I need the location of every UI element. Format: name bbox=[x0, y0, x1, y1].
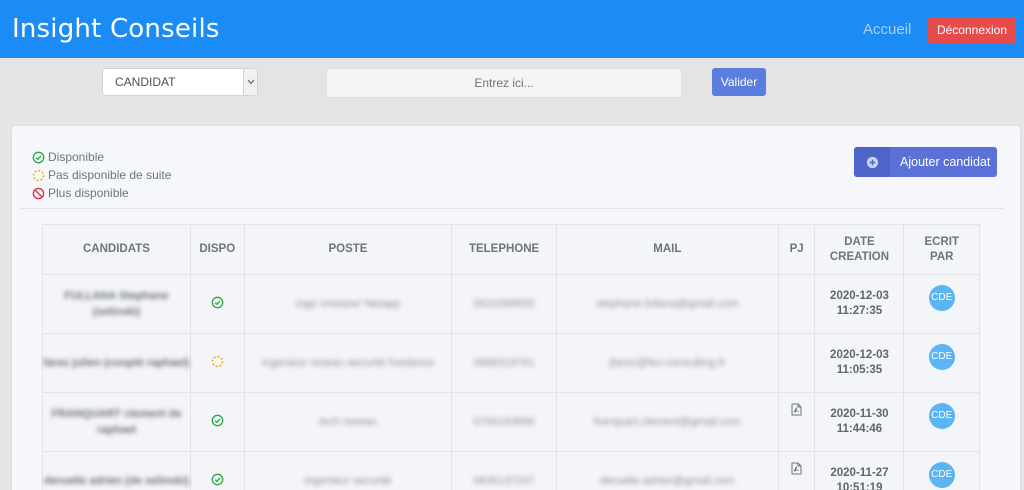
availability-cell bbox=[189, 392, 245, 452]
avatar[interactable]: CDE bbox=[928, 285, 955, 311]
search-bar: CANDIDAT Entrez ici... Valider bbox=[0, 58, 1024, 112]
legend-item-available: Disponible bbox=[32, 148, 171, 166]
date-value: 2020-12-03 bbox=[830, 290, 889, 302]
candidates-table: CANDIDATS DISPO POSTE TELEPHONE MAIL PJ … bbox=[42, 224, 980, 490]
table-row[interactable]: FULLANA Stephane (selinski) inge vmware/ … bbox=[42, 274, 980, 334]
legend-item-unavailable: Plus disponible bbox=[32, 184, 171, 202]
table-row[interactable]: deruelle adrien (de selinski) ingenieur s… bbox=[42, 451, 980, 490]
mail-cell: stephane.fullana@gmail.com bbox=[555, 274, 779, 334]
author-cell: CDE bbox=[903, 392, 980, 452]
column-header-mail[interactable]: MAIL bbox=[555, 224, 779, 275]
plus-circle-icon bbox=[854, 147, 890, 177]
spinner-icon bbox=[32, 169, 45, 181]
add-candidate-button[interactable]: Ajouter candidat bbox=[854, 147, 997, 177]
attachment-cell bbox=[777, 333, 816, 393]
legend-label: Pas disponible de suite bbox=[48, 168, 172, 182]
date-value: 2020-12-03 bbox=[830, 349, 889, 361]
telephone-cell: 0688319761 bbox=[451, 333, 557, 393]
table-row[interactable]: farez julien (cooptè raphael) ingenieur r… bbox=[42, 333, 980, 393]
logout-button[interactable]: Déconnexion bbox=[928, 17, 1016, 44]
time-value: 11:05:35 bbox=[836, 364, 883, 376]
check-circle-icon bbox=[32, 151, 45, 163]
author-cell: CDE bbox=[903, 451, 980, 490]
pdf-file-icon[interactable] bbox=[791, 462, 802, 475]
legend-label: Plus disponible bbox=[48, 186, 129, 200]
time-value: 11:44:46 bbox=[836, 423, 883, 435]
check-circle-icon bbox=[211, 296, 224, 309]
date-value: 2020-11-30 bbox=[830, 408, 889, 420]
column-header-pj[interactable]: PJ bbox=[777, 224, 816, 275]
table-row[interactable]: FRANQUART clement de raphael tech reseau 0… bbox=[42, 392, 980, 452]
column-header-dispo[interactable]: DISPO bbox=[189, 224, 245, 275]
avatar[interactable]: CDE bbox=[928, 462, 955, 488]
pdf-file-icon[interactable] bbox=[791, 403, 802, 416]
check-circle-icon bbox=[211, 414, 224, 427]
avatar[interactable]: CDE bbox=[928, 344, 955, 370]
search-input[interactable]: Entrez ici... bbox=[326, 68, 682, 98]
search-filter-value: CANDIDAT bbox=[115, 75, 176, 89]
time-value: 11:27:35 bbox=[836, 305, 883, 317]
attachment-cell[interactable] bbox=[777, 451, 816, 490]
mail-cell: jfarez@fez-consulting.fr bbox=[555, 333, 779, 393]
candidate-name[interactable]: FRANQUART clement de raphael bbox=[42, 392, 191, 452]
availability-cell bbox=[189, 333, 245, 393]
date-value: 2020-11-27 bbox=[830, 467, 889, 479]
column-header-date-creation[interactable]: DATE CREATION bbox=[814, 224, 905, 275]
add-candidate-label: Ajouter candidat bbox=[900, 155, 991, 169]
search-filter-select[interactable]: CANDIDAT bbox=[102, 68, 258, 96]
table-header-row: CANDIDATS DISPO POSTE TELEPHONE MAIL PJ … bbox=[42, 224, 980, 275]
date-creation-cell: 2020-11-30 11:44:46 bbox=[814, 392, 905, 452]
telephone-cell: 0631589555 bbox=[451, 274, 557, 334]
attachment-cell bbox=[777, 274, 816, 334]
column-header-poste[interactable]: POSTE bbox=[243, 224, 453, 275]
candidate-name[interactable]: FULLANA Stephane (selinski) bbox=[42, 274, 191, 334]
poste-cell: ingenieur reseau securité freelance bbox=[243, 333, 453, 393]
candidate-name[interactable]: farez julien (cooptè raphael) bbox=[42, 333, 191, 393]
availability-legend: Disponible Pas disponible de suite Plus … bbox=[32, 148, 171, 202]
candidates-card: Disponible Pas disponible de suite Plus … bbox=[12, 126, 1020, 490]
avatar[interactable]: CDE bbox=[928, 403, 955, 429]
column-header-candidats[interactable]: CANDIDATS bbox=[42, 224, 191, 275]
mail-cell: franquart.clement@gmail.com bbox=[555, 392, 779, 452]
date-creation-cell: 2020-12-03 11:27:35 bbox=[814, 274, 905, 334]
column-header-telephone[interactable]: TELEPHONE bbox=[451, 224, 557, 275]
availability-cell bbox=[189, 274, 245, 334]
divider bbox=[20, 208, 1004, 209]
chevron-down-icon[interactable] bbox=[243, 69, 257, 95]
author-cell: CDE bbox=[903, 333, 980, 393]
author-cell: CDE bbox=[903, 274, 980, 334]
telephone-cell: 0764163686 bbox=[451, 392, 557, 452]
home-link[interactable]: Accueil bbox=[863, 21, 911, 38]
mail-cell: deruelle.adrien@gmail.com bbox=[555, 451, 779, 490]
attachment-cell[interactable] bbox=[777, 392, 816, 452]
ban-icon bbox=[32, 187, 45, 199]
poste-cell: tech reseau bbox=[243, 392, 453, 452]
poste-cell: ingenieur securité bbox=[243, 451, 453, 490]
spinner-icon bbox=[211, 355, 224, 368]
navbar: Insight Conseils Accueil Déconnexion bbox=[0, 0, 1024, 58]
date-creation-cell: 2020-11-27 10:51:19 bbox=[814, 451, 905, 490]
brand-title[interactable]: Insight Conseils bbox=[12, 14, 220, 44]
legend-item-pending: Pas disponible de suite bbox=[32, 166, 171, 184]
time-value: 10:51:19 bbox=[836, 482, 883, 490]
poste-cell: inge vmware/ Netapp bbox=[243, 274, 453, 334]
submit-button[interactable]: Valider bbox=[712, 68, 766, 96]
date-creation-cell: 2020-12-03 11:05:35 bbox=[814, 333, 905, 393]
telephone-cell: 0635137237 bbox=[451, 451, 557, 490]
legend-label: Disponible bbox=[48, 150, 105, 164]
availability-cell bbox=[189, 451, 245, 490]
check-circle-icon bbox=[211, 473, 224, 486]
column-header-ecrit-par[interactable]: ECRIT PAR bbox=[903, 224, 980, 275]
candidate-name[interactable]: deruelle adrien (de selinski) bbox=[42, 451, 191, 490]
